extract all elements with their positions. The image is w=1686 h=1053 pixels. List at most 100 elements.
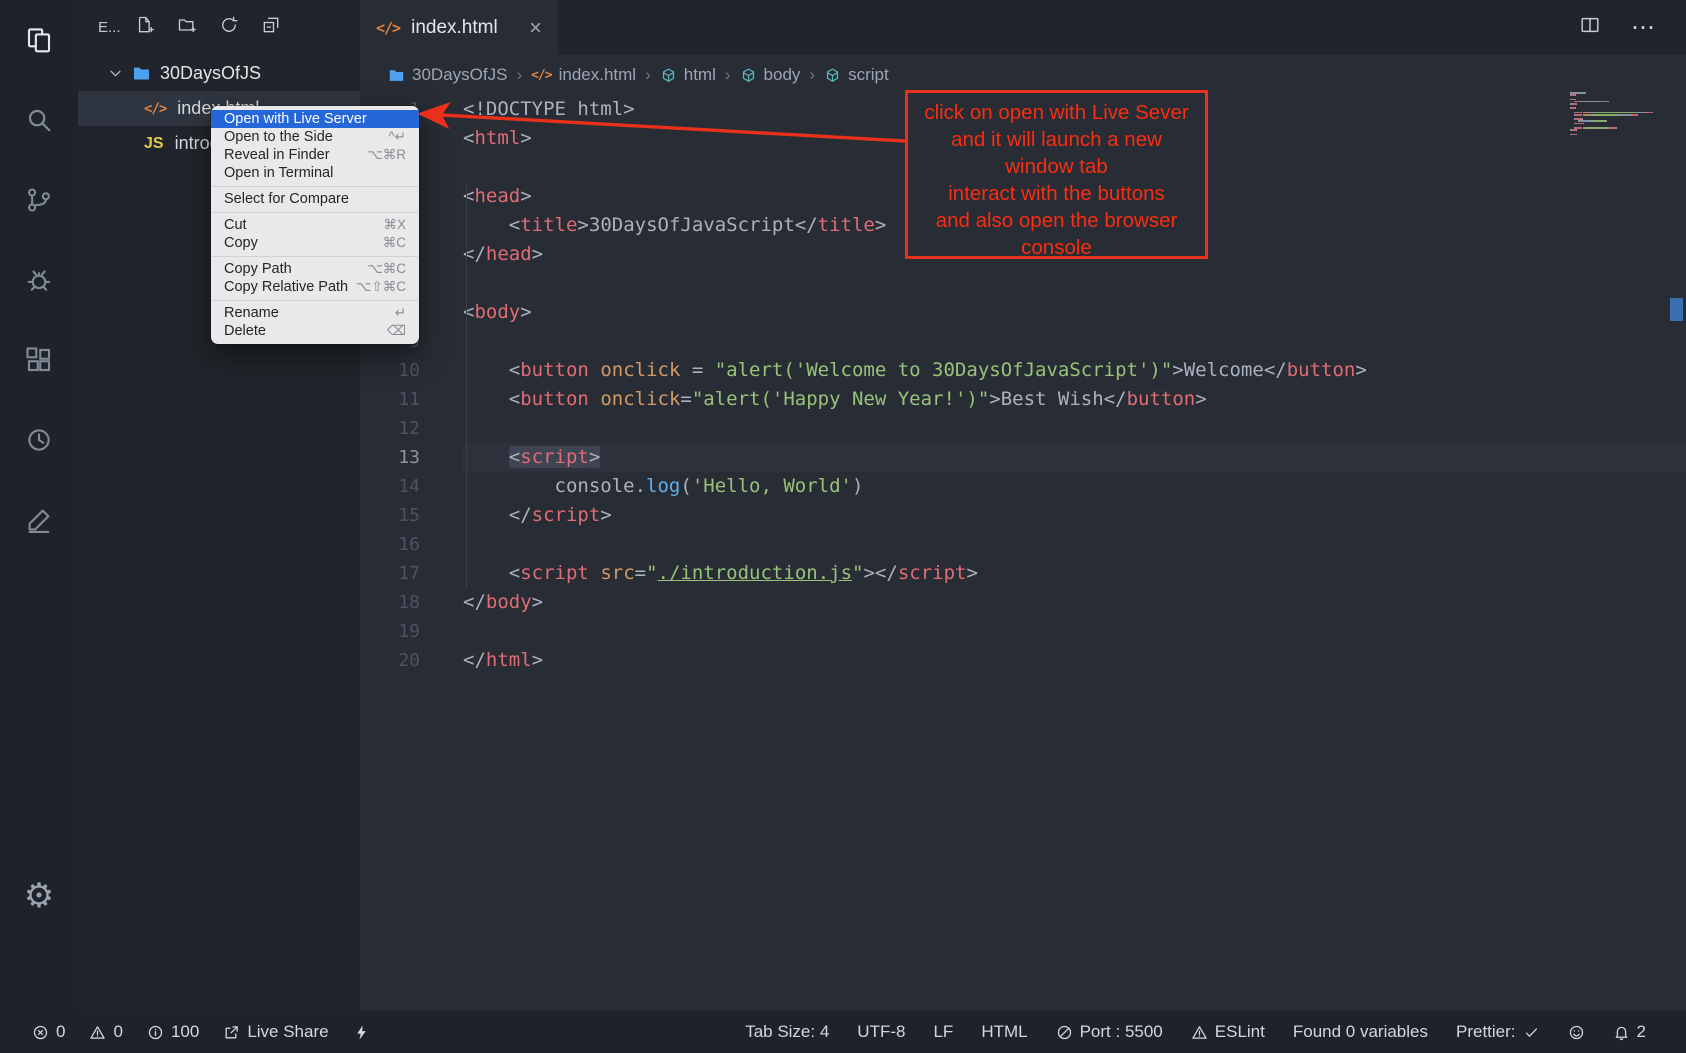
menu-separator [212, 256, 418, 257]
status-smiley[interactable] [1568, 1024, 1585, 1041]
code-line-7[interactable]: 7 [360, 269, 1686, 298]
breadcrumb-item-30daysofjs[interactable]: 30DaysOfJS [388, 65, 507, 85]
root-folder-label: 30DaysOfJS [160, 63, 261, 84]
menu-item-shortcut: ⌫ [387, 323, 406, 339]
breadcrumb-item-index-html[interactable]: </>index.html [531, 65, 636, 85]
menu-item-shortcut: ↵ [395, 305, 406, 321]
menu-item-label: Open with Live Server [224, 111, 367, 127]
breadcrumb-item-script[interactable]: script [824, 65, 889, 85]
status-100[interactable]: 100 [147, 1022, 199, 1042]
code-line-13[interactable]: 13 <script> [360, 443, 1686, 472]
extensions-icon[interactable] [0, 320, 78, 400]
status-0[interactable]: 0 [89, 1022, 122, 1042]
symbol-cube-icon [740, 67, 757, 84]
breadcrumb-separator-icon: › [725, 65, 731, 85]
line-number: 12 [360, 414, 420, 443]
explorer-icon[interactable] [0, 0, 78, 80]
source-control-icon[interactable] [0, 160, 78, 240]
menu-item-delete[interactable]: Delete⌫ [211, 322, 419, 340]
line-content: <head> [420, 182, 532, 211]
line-number: 11 [360, 385, 420, 414]
tree-root-folder[interactable]: 30DaysOfJS [78, 55, 360, 91]
menu-item-shortcut: ⌘C [383, 235, 406, 251]
menu-item-shortcut: ^↵ [388, 129, 406, 145]
settings-gear-icon[interactable]: ⚙ [0, 876, 78, 916]
menu-separator [212, 300, 418, 301]
more-actions-icon[interactable]: ⋯ [1631, 13, 1656, 42]
minimap[interactable] [1570, 92, 1660, 136]
status-port-5500[interactable]: Port : 5500 [1056, 1022, 1163, 1042]
status-0[interactable]: 0 [32, 1022, 65, 1042]
feedback-pen-icon[interactable] [0, 480, 78, 560]
line-content: <button onclick = "alert('Welcome to 30D… [420, 356, 1367, 385]
vscode-window: ⚙ E... 30DaysOfJS </>index.htmlJSintrodu… [0, 0, 1686, 1053]
status-label: LF [933, 1022, 953, 1042]
menu-item-rename[interactable]: Rename↵ [211, 304, 419, 322]
menu-item-shortcut: ⌥⌘C [367, 261, 406, 277]
symbol-cube-icon [660, 67, 677, 84]
menu-item-copy-path[interactable]: Copy Path⌥⌘C [211, 260, 419, 278]
menu-separator [212, 186, 418, 187]
refresh-icon[interactable] [219, 15, 239, 40]
breadcrumb-item-body[interactable]: body [740, 65, 801, 85]
code-line-20[interactable]: 20</html> [360, 646, 1686, 675]
line-number: 13 [360, 443, 420, 472]
line-content: <html> [420, 124, 532, 153]
search-icon[interactable] [0, 80, 78, 160]
status-eslint[interactable]: ESLint [1191, 1022, 1265, 1042]
menu-item-cut[interactable]: Cut⌘X [211, 216, 419, 234]
bell-icon [1613, 1024, 1630, 1041]
minimap-line [1570, 134, 1660, 136]
status-2[interactable]: 2 [1613, 1022, 1646, 1042]
menu-item-shortcut: ⌘X [383, 217, 406, 233]
tab-index-html[interactable]: </> index.html × [360, 0, 558, 55]
status-utf-8[interactable]: UTF-8 [857, 1022, 905, 1042]
status-label: Found 0 variables [1293, 1022, 1428, 1042]
code-line-17[interactable]: 17 <script src="./introduction.js"></scr… [360, 559, 1686, 588]
timeline-icon[interactable] [0, 400, 78, 480]
menu-item-open-with-live-server[interactable]: Open with Live Server [211, 110, 419, 128]
line-content: </html> [420, 646, 543, 675]
annotation-line: click on open with Live Sever [908, 99, 1205, 126]
tab-close-icon[interactable]: × [529, 17, 542, 39]
status-html[interactable]: HTML [981, 1022, 1027, 1042]
code-line-12[interactable]: 12 [360, 414, 1686, 443]
breadcrumb-item-html[interactable]: html [660, 65, 716, 85]
code-line-8[interactable]: 8<body> [360, 298, 1686, 327]
line-content: <script src="./introduction.js"></script… [420, 559, 978, 588]
code-line-14[interactable]: 14 console.log('Hello, World') [360, 472, 1686, 501]
status-found-0-variables[interactable]: Found 0 variables [1293, 1022, 1428, 1042]
line-content [420, 269, 463, 298]
new-file-icon[interactable] [135, 15, 155, 40]
breadcrumb-label: script [848, 65, 889, 85]
line-content: <script> [420, 443, 600, 472]
status-bolt[interactable] [353, 1024, 370, 1041]
code-line-11[interactable]: 11 <button onclick="alert('Happy New Yea… [360, 385, 1686, 414]
code-line-18[interactable]: 18</body> [360, 588, 1686, 617]
status-tab-size-4[interactable]: Tab Size: 4 [745, 1022, 829, 1042]
menu-item-label: Copy [224, 235, 258, 251]
code-line-19[interactable]: 19 [360, 617, 1686, 646]
menu-item-copy-relative-path[interactable]: Copy Relative Path⌥⇧⌘C [211, 278, 419, 296]
new-folder-icon[interactable] [177, 15, 197, 40]
run-debug-icon[interactable] [0, 240, 78, 320]
status-prettier[interactable]: Prettier: [1456, 1022, 1540, 1042]
menu-item-open-to-the-side[interactable]: Open to the Side^↵ [211, 128, 419, 146]
line-number: 18 [360, 588, 420, 617]
menu-item-shortcut: ⌥⌘R [367, 147, 406, 163]
breadcrumb-label: html [684, 65, 716, 85]
code-line-15[interactable]: 15 </script> [360, 501, 1686, 530]
menu-item-open-in-terminal[interactable]: Open in Terminal [211, 164, 419, 182]
status-lf[interactable]: LF [933, 1022, 953, 1042]
menu-item-select-for-compare[interactable]: Select for Compare [211, 190, 419, 208]
line-number: 16 [360, 530, 420, 559]
tab-title: index.html [411, 17, 498, 39]
menu-item-copy[interactable]: Copy ⌘C [211, 234, 419, 252]
code-line-9[interactable]: 9 [360, 327, 1686, 356]
code-line-16[interactable]: 16 [360, 530, 1686, 559]
collapse-folders-icon[interactable] [261, 15, 281, 40]
code-line-10[interactable]: 10 <button onclick = "alert('Welcome to … [360, 356, 1686, 385]
split-editor-icon[interactable] [1579, 14, 1601, 41]
status-live-share[interactable]: Live Share [223, 1022, 328, 1042]
menu-item-reveal-in-finder[interactable]: Reveal in Finder⌥⌘R [211, 146, 419, 164]
